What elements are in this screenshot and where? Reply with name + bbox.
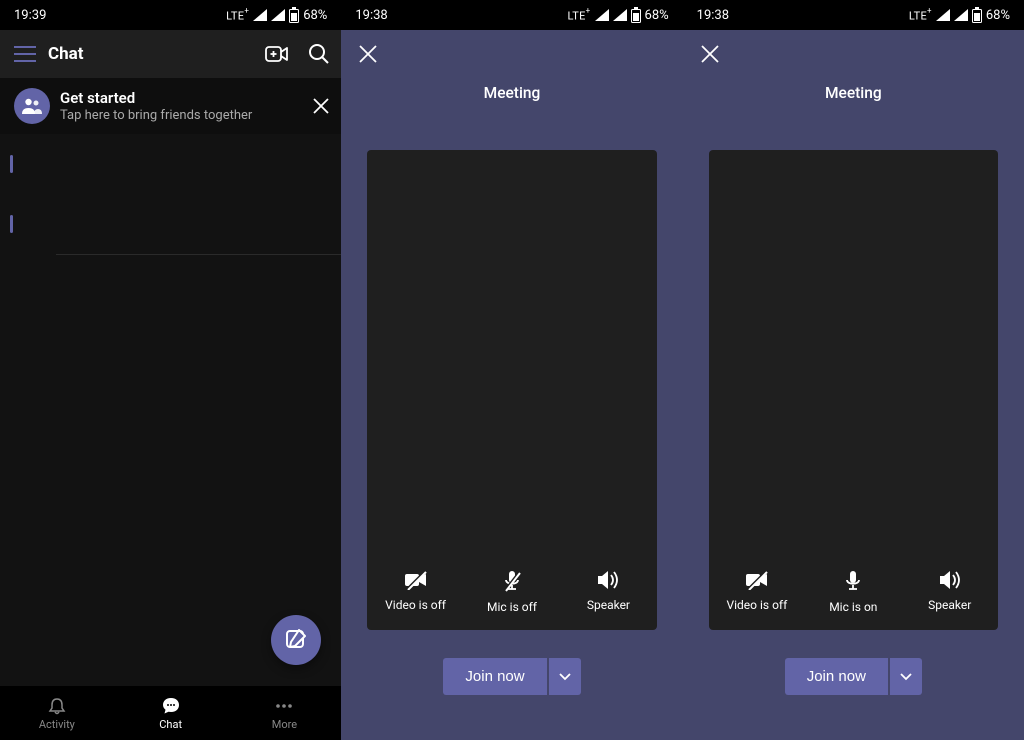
network-label: LTE+ bbox=[568, 8, 591, 23]
menu-icon[interactable] bbox=[14, 46, 36, 62]
toggle-label: Video is off bbox=[385, 598, 446, 612]
speaker-icon bbox=[597, 570, 619, 590]
page-title: Chat bbox=[48, 44, 247, 64]
join-row: Join now bbox=[443, 658, 580, 695]
status-right: LTE+ 68% bbox=[568, 7, 669, 23]
join-options-button[interactable] bbox=[549, 658, 581, 695]
close-icon[interactable] bbox=[359, 45, 377, 63]
compose-button[interactable] bbox=[271, 615, 321, 665]
mic-toggle[interactable]: Mic is off bbox=[467, 570, 557, 614]
status-right: LTE+ 68% bbox=[226, 7, 327, 23]
divider bbox=[56, 254, 341, 255]
join-button[interactable]: Join now bbox=[443, 658, 546, 695]
people-icon bbox=[14, 88, 50, 124]
bottom-nav: Activity Chat More bbox=[0, 686, 341, 740]
nav-more[interactable]: More bbox=[228, 686, 342, 740]
battery-icon bbox=[972, 7, 982, 23]
close-icon[interactable] bbox=[313, 98, 329, 114]
signal-icon bbox=[954, 9, 968, 21]
search-icon[interactable] bbox=[307, 42, 331, 66]
unread-indicator bbox=[10, 215, 13, 233]
statusbar: 19:38 LTE+ 68% bbox=[341, 0, 682, 30]
list-item[interactable] bbox=[0, 194, 341, 254]
join-row: Join now bbox=[785, 658, 922, 695]
statusbar: 19:39 LTE+ 68% bbox=[0, 0, 341, 30]
network-label: LTE+ bbox=[226, 8, 249, 23]
signal-icon bbox=[936, 9, 950, 21]
speaker-toggle[interactable]: Speaker bbox=[563, 570, 653, 614]
mic-toggle[interactable]: Mic is on bbox=[808, 570, 898, 614]
speaker-toggle[interactable]: Speaker bbox=[905, 570, 995, 614]
get-started-title: Get started bbox=[60, 89, 252, 107]
statusbar: 19:38 LTE+ 68% bbox=[683, 0, 1024, 30]
nav-label: Activity bbox=[39, 718, 75, 731]
get-started-banner[interactable]: Get started Tap here to bring friends to… bbox=[0, 78, 341, 134]
nav-chat[interactable]: Chat bbox=[114, 686, 228, 740]
toggle-label: Speaker bbox=[928, 598, 971, 612]
close-row bbox=[683, 30, 1024, 78]
signal-icon bbox=[271, 9, 285, 21]
toggle-label: Mic is off bbox=[487, 600, 537, 614]
meeting-body: Meeting Video is off Mic is off Speaker … bbox=[341, 78, 682, 740]
toggle-label: Video is off bbox=[726, 598, 787, 612]
chat-icon bbox=[162, 696, 180, 716]
battery-icon bbox=[289, 7, 299, 23]
signal-icon bbox=[253, 9, 267, 21]
toggle-label: Mic is on bbox=[829, 600, 877, 614]
video-preview: Video is off Mic is off Speaker bbox=[367, 150, 656, 630]
battery-icon bbox=[631, 7, 641, 23]
chevron-down-icon bbox=[559, 673, 571, 681]
signal-icon bbox=[613, 9, 627, 21]
mic-off-icon bbox=[502, 570, 522, 592]
unread-indicator bbox=[10, 155, 13, 173]
app-header: Chat bbox=[0, 30, 341, 78]
battery-label: 68% bbox=[645, 8, 669, 23]
close-row bbox=[341, 30, 682, 78]
video-preview: Video is off Mic is on Speaker bbox=[709, 150, 998, 630]
status-time: 19:38 bbox=[697, 8, 729, 23]
toggle-label: Speaker bbox=[587, 598, 630, 612]
panel-meeting-join-mic-on: 19:38 LTE+ 68% Meeting Video is off Mic bbox=[683, 0, 1024, 740]
bell-icon bbox=[48, 696, 66, 716]
more-icon bbox=[275, 696, 293, 716]
video-off-icon bbox=[404, 570, 428, 590]
get-started-text: Get started Tap here to bring friends to… bbox=[60, 89, 252, 123]
status-time: 19:39 bbox=[14, 8, 46, 23]
video-toggle[interactable]: Video is off bbox=[712, 570, 802, 614]
battery-label: 68% bbox=[986, 8, 1010, 23]
join-options-button[interactable] bbox=[890, 658, 922, 695]
mic-on-icon bbox=[843, 570, 863, 592]
meeting-title: Meeting bbox=[825, 84, 882, 102]
speaker-icon bbox=[939, 570, 961, 590]
meeting-title: Meeting bbox=[484, 84, 541, 102]
meet-now-icon[interactable] bbox=[265, 42, 289, 66]
chevron-down-icon bbox=[900, 673, 912, 681]
nav-label: Chat bbox=[159, 718, 182, 731]
nav-activity[interactable]: Activity bbox=[0, 686, 114, 740]
get-started-subtitle: Tap here to bring friends together bbox=[60, 108, 252, 123]
status-right: LTE+ 68% bbox=[909, 7, 1010, 23]
toggle-row: Video is off Mic is on Speaker bbox=[709, 570, 998, 614]
video-toggle[interactable]: Video is off bbox=[371, 570, 461, 614]
list-item[interactable] bbox=[0, 134, 341, 194]
nav-label: More bbox=[272, 718, 297, 731]
video-off-icon bbox=[745, 570, 769, 590]
toggle-row: Video is off Mic is off Speaker bbox=[367, 570, 656, 614]
network-label: LTE+ bbox=[909, 8, 932, 23]
close-icon[interactable] bbox=[701, 45, 719, 63]
signal-icon bbox=[595, 9, 609, 21]
panel-meeting-join-mic-off: 19:38 LTE+ 68% Meeting Video is off Mic bbox=[341, 0, 682, 740]
battery-label: 68% bbox=[303, 8, 327, 23]
panel-chat: 19:39 LTE+ 68% Chat Get started Tap here… bbox=[0, 0, 341, 740]
join-button[interactable]: Join now bbox=[785, 658, 888, 695]
status-time: 19:38 bbox=[355, 8, 387, 23]
meeting-body: Meeting Video is off Mic is on Speaker J… bbox=[683, 78, 1024, 740]
